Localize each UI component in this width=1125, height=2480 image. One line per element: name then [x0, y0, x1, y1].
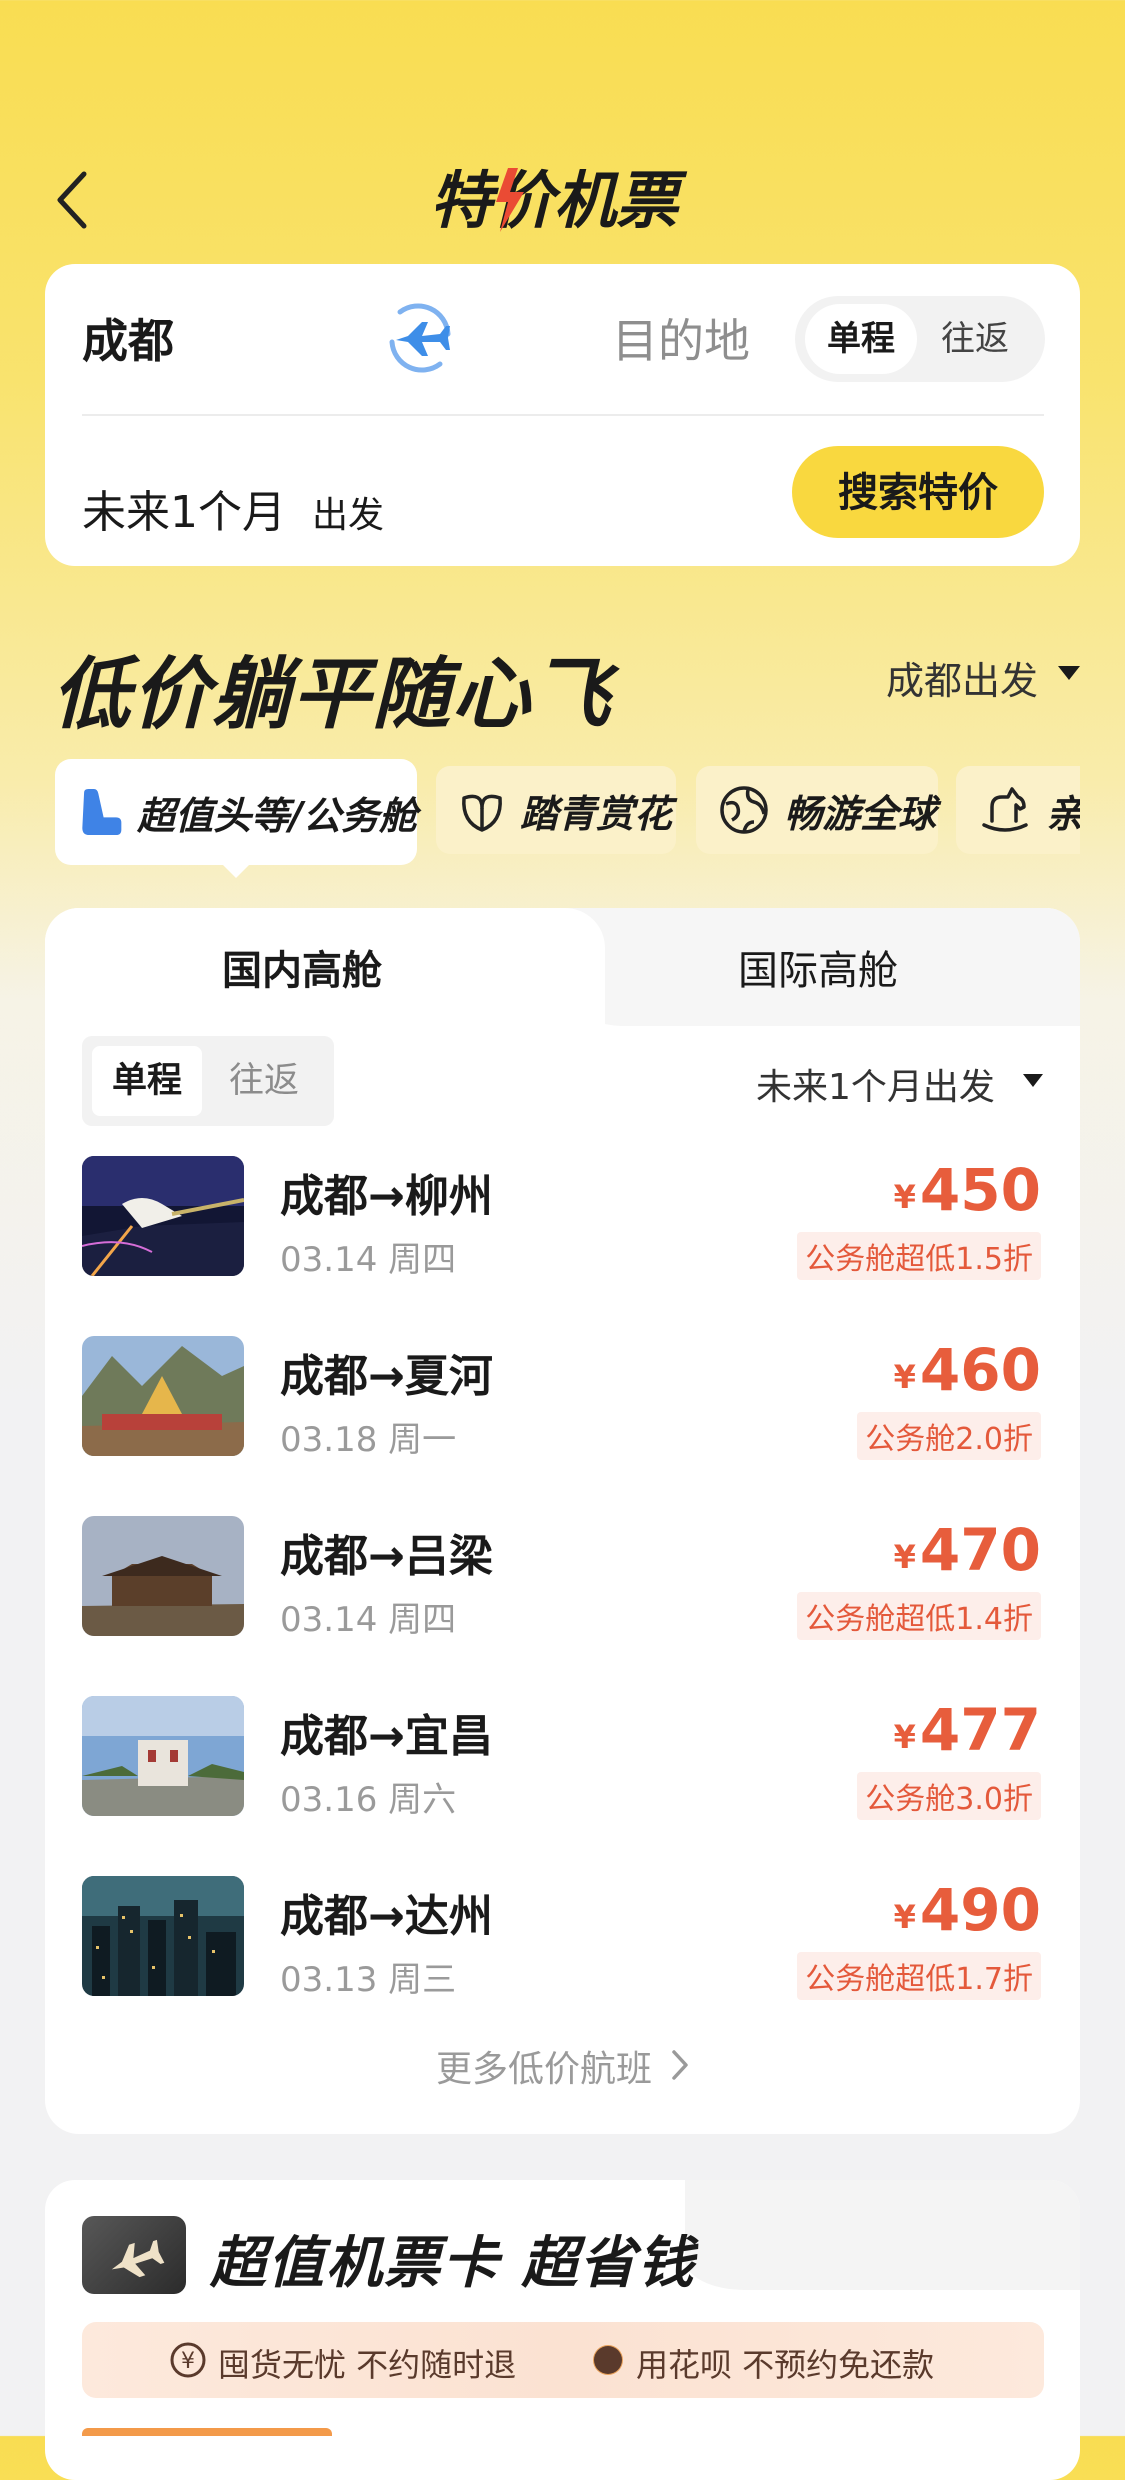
- benefit-text: 囤货无忧 不约随时退: [218, 2346, 517, 2384]
- flower-icon: [462, 794, 502, 832]
- promo-tab-background: [685, 2180, 1080, 2290]
- flight-date: 03.18 周一: [280, 1420, 457, 1460]
- currency-symbol: ¥: [893, 1538, 916, 1576]
- category-tab-family[interactable]: 亲子: [956, 766, 1080, 854]
- section-heading: 低价躺平随心飞: [52, 650, 613, 740]
- route-label: 成都→达州: [280, 1891, 493, 1942]
- route-label: 成都→吕梁: [280, 1531, 493, 1582]
- divider: [82, 414, 1044, 416]
- list-date-filter[interactable]: 未来1个月出发: [756, 1058, 995, 1110]
- discount-badge: 公务舱2.0折: [857, 1412, 1041, 1460]
- chevron-right-icon[interactable]: [666, 2048, 694, 2082]
- price-value: 450: [919, 1156, 1041, 1224]
- flight-date: 03.16 周六: [280, 1780, 457, 1820]
- category-label: 超值头等/公务舱: [137, 793, 417, 838]
- currency-symbol: ¥: [893, 1358, 916, 1396]
- category-tab-business[interactable]: 超值头等/公务舱: [55, 759, 417, 865]
- back-arrow-icon[interactable]: [50, 168, 94, 232]
- list-trip-toggle: 单程 往返: [82, 1036, 334, 1126]
- price-value: 470: [919, 1516, 1041, 1584]
- category-tab-family-clip: 亲子: [956, 766, 1080, 854]
- price-value: 477: [919, 1696, 1041, 1764]
- discount-badge: 公务舱超低1.4折: [797, 1592, 1041, 1640]
- trip-type-toggle: 单程 往返: [795, 296, 1045, 382]
- promo-bottom-strip: [82, 2428, 332, 2436]
- svg-text:¥: ¥: [181, 2349, 195, 2374]
- route-label: 成都→柳州: [280, 1171, 493, 1222]
- category-tab-global[interactable]: 畅游全球: [696, 766, 938, 854]
- seat-icon: [82, 788, 122, 836]
- promo-title: 超值机票卡 超省钱: [210, 2231, 696, 2296]
- globe-icon: [720, 786, 768, 834]
- round-trip-option[interactable]: 往返: [919, 304, 1031, 374]
- list-one-way-option[interactable]: 单程: [92, 1046, 202, 1116]
- flight-date: 03.14 周四: [280, 1600, 457, 1640]
- discount-badge: 公务舱超低1.7折: [797, 1952, 1041, 2000]
- list-round-trip-option[interactable]: 往返: [206, 1046, 322, 1116]
- refund-icon: ¥: [170, 2342, 206, 2378]
- discount-badge: 公务舱超低1.5折: [797, 1232, 1041, 1280]
- caret-down-icon[interactable]: [1058, 666, 1080, 680]
- page-title: 特价机票: [430, 164, 688, 237]
- price-value: 490: [919, 1876, 1041, 1944]
- price: ¥470: [894, 1516, 1041, 1584]
- currency-symbol: ¥: [893, 1718, 916, 1756]
- discount-badge: 公务舱3.0折: [857, 1772, 1041, 1820]
- destination-input[interactable]: 目的地: [612, 305, 750, 371]
- page-title-text: 特价机票: [430, 164, 688, 237]
- tab-domestic-premium[interactable]: 国内高舱: [222, 938, 382, 996]
- price-value: 460: [919, 1336, 1041, 1404]
- currency-symbol: ¥: [893, 1178, 916, 1216]
- price: ¥450: [894, 1156, 1041, 1224]
- flight-date: 03.13 周三: [280, 1960, 457, 2000]
- destination-thumbnail: [82, 1516, 244, 1636]
- destination-thumbnail: [82, 1156, 244, 1276]
- destination-thumbnail: [82, 1336, 244, 1456]
- category-label: 亲子: [1046, 783, 1080, 838]
- tab-international-premium[interactable]: 国际高舱: [738, 938, 898, 996]
- departure-range[interactable]: 未来1个月: [82, 476, 286, 540]
- huabei-icon: [593, 2345, 623, 2375]
- price: ¥460: [894, 1336, 1041, 1404]
- route-label: 成都→夏河: [280, 1351, 493, 1402]
- category-label: 踏青赏花: [520, 791, 673, 836]
- more-flights-link[interactable]: 更多低价航班: [436, 2040, 652, 2092]
- caret-down-icon[interactable]: [1023, 1074, 1043, 1087]
- currency-symbol: ¥: [893, 1898, 916, 1936]
- swap-plane-icon[interactable]: [378, 296, 462, 380]
- benefit-text: 用花呗 不预约免还款: [636, 2346, 935, 2384]
- category-tab-spring[interactable]: 踏青赏花: [436, 766, 676, 854]
- price: ¥477: [894, 1696, 1041, 1764]
- category-label: 畅游全球: [784, 791, 937, 836]
- destination-thumbnail: [82, 1696, 244, 1816]
- route-label: 成都→宜昌: [280, 1711, 493, 1762]
- rocking-horse-icon: [982, 787, 1028, 832]
- destination-thumbnail: [82, 1876, 244, 1996]
- active-tab-pointer: [220, 862, 252, 878]
- departure-city[interactable]: 成都: [82, 305, 174, 371]
- price: ¥490: [894, 1876, 1041, 1944]
- origin-filter[interactable]: 成都出发: [886, 650, 1038, 705]
- flight-date: 03.14 周四: [280, 1240, 457, 1280]
- departure-suffix: 出发: [312, 495, 385, 536]
- one-way-option[interactable]: 单程: [805, 304, 917, 374]
- plane-card-icon: [82, 2216, 186, 2294]
- search-deals-button[interactable]: 搜索特价: [792, 446, 1044, 538]
